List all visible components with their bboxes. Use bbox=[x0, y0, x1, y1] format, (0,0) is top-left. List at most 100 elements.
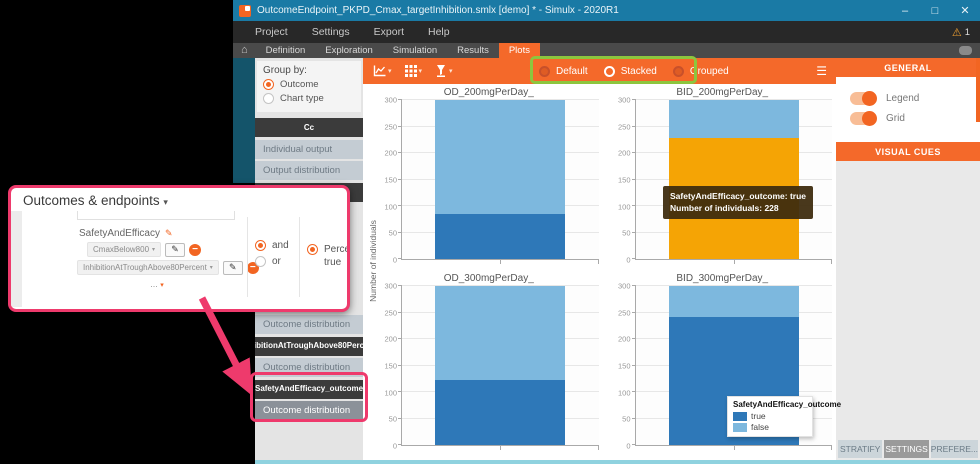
option-label: Percent true bbox=[324, 244, 350, 269]
layout-grid-icon[interactable]: ▾ bbox=[405, 65, 423, 77]
y-tick-mark bbox=[632, 232, 636, 233]
y-tick-label: 100 bbox=[618, 202, 631, 211]
overlay-title[interactable]: Outcomes & endpoints ▾ bbox=[11, 188, 347, 211]
overlay-gutter bbox=[11, 211, 22, 307]
panel-tab-stratify[interactable]: STRATIFY bbox=[838, 440, 882, 458]
logic-option-and[interactable]: and bbox=[255, 240, 289, 253]
group-by-option-outcome[interactable]: Outcome bbox=[263, 79, 355, 90]
group-by-label: Group by: bbox=[263, 65, 355, 76]
menu-settings[interactable]: Settings bbox=[300, 26, 362, 38]
criterion-value: InhibitionAtTroughAbove80Percent bbox=[83, 263, 207, 272]
edit-criterion-button[interactable]: ✎ bbox=[223, 261, 243, 275]
visual-cues-section-header[interactable]: VISUAL CUES bbox=[836, 142, 980, 161]
legend-entry-label: true bbox=[751, 411, 766, 421]
maximize-button[interactable]: □ bbox=[920, 0, 950, 21]
tab-simulation[interactable]: Simulation bbox=[383, 43, 447, 58]
warning-icon[interactable]: ⚠ bbox=[952, 26, 962, 39]
sidebar-header[interactable]: InhibitionAtTroughAbove80Percent bbox=[255, 337, 363, 356]
sidebar-item[interactable]: Outcome distribution bbox=[255, 315, 363, 334]
criterion-dropdown[interactable]: InhibitionAtTroughAbove80Percent▾ bbox=[77, 260, 219, 275]
toggle-list: LegendGrid bbox=[836, 92, 980, 125]
x-tick-mark bbox=[831, 446, 832, 450]
feedback-bubble-icon[interactable] bbox=[959, 46, 972, 55]
y-tick-label: 250 bbox=[384, 122, 397, 131]
bar-segment-false[interactable] bbox=[669, 100, 799, 138]
y-axis-ticks: 050100150200250300 bbox=[613, 286, 635, 446]
bar-segment-true[interactable] bbox=[435, 214, 565, 259]
metric-option-percent-true[interactable]: Percent true bbox=[307, 244, 350, 269]
tab-results[interactable]: Results bbox=[447, 43, 499, 58]
chart-title: BID_300mgPerDay_ bbox=[613, 270, 833, 286]
bar-segment-false[interactable] bbox=[669, 286, 799, 317]
logic-option-or[interactable]: or bbox=[255, 256, 289, 269]
y-tick-label: 150 bbox=[618, 176, 631, 185]
bar-segment-true[interactable] bbox=[435, 380, 565, 445]
group-by-options: Outcome Chart type bbox=[263, 79, 355, 104]
y-tick-label: 100 bbox=[618, 388, 631, 397]
group-by-option-chart-type[interactable]: Chart type bbox=[263, 93, 355, 104]
menu-export[interactable]: Export bbox=[362, 26, 416, 38]
x-tick-mark bbox=[598, 260, 599, 264]
plot-box bbox=[401, 286, 599, 446]
y-tick-label: 0 bbox=[393, 256, 397, 265]
y-tick-mark bbox=[398, 285, 402, 286]
panel-tab-prefere[interactable]: PREFERE... bbox=[931, 440, 978, 458]
radio-icon[interactable] bbox=[263, 79, 274, 90]
criterion-value: CmaxBelow800 bbox=[93, 245, 149, 254]
legend-entry-true: true bbox=[733, 411, 807, 421]
titlebar: OutcomeEndpoint_PKPD_Cmax_targetInhibiti… bbox=[233, 0, 980, 21]
remove-criterion-button[interactable]: − bbox=[189, 244, 201, 256]
y-tick-label: 300 bbox=[384, 96, 397, 105]
minimize-button[interactable]: – bbox=[890, 0, 920, 21]
y-tick-label: 50 bbox=[622, 229, 630, 238]
hamburger-menu-icon[interactable]: ☰ bbox=[816, 64, 826, 78]
legend-toggle[interactable] bbox=[850, 92, 876, 105]
menu-project[interactable]: Project bbox=[243, 26, 300, 38]
window-title: OutcomeEndpoint_PKPD_Cmax_targetInhibiti… bbox=[257, 5, 890, 16]
criterion-dropdown[interactable]: CmaxBelow800▾ bbox=[87, 242, 161, 257]
chart-title: BID_200mgPerDay_ bbox=[613, 84, 833, 100]
edit-pencil-icon[interactable]: ✎ bbox=[165, 228, 173, 239]
export-icon[interactable]: ▾ bbox=[435, 65, 453, 77]
radio-icon[interactable] bbox=[307, 244, 318, 255]
menu-help[interactable]: Help bbox=[416, 26, 462, 38]
y-axis-ticks: 050100150200250300 bbox=[379, 100, 401, 260]
x-tick-mark bbox=[500, 446, 501, 450]
y-tick-mark bbox=[632, 99, 636, 100]
legend-entry-false: false bbox=[733, 422, 807, 432]
tabbar-right bbox=[959, 46, 972, 55]
menu-items: ProjectSettingsExportHelp bbox=[243, 26, 462, 38]
legend-entry-label: false bbox=[751, 422, 769, 432]
tab-definition[interactable]: Definition bbox=[256, 43, 316, 58]
simulx-app-icon bbox=[239, 5, 251, 17]
caret-down-icon: ▾ bbox=[419, 67, 423, 75]
bar-segment-false[interactable] bbox=[435, 100, 565, 214]
panel-scrollbar[interactable] bbox=[976, 58, 980, 122]
grid-toggle[interactable] bbox=[850, 112, 876, 125]
home-icon[interactable]: ⌂ bbox=[241, 45, 248, 56]
chart-od_300mgperday: OD_300mgPerDay_050100150200250300 bbox=[379, 270, 599, 454]
y-tick-label: 300 bbox=[384, 282, 397, 291]
y-tick-label: 50 bbox=[389, 415, 397, 424]
sidebar-header[interactable]: Cc bbox=[255, 118, 363, 137]
sidebar-item[interactable]: Output distribution bbox=[255, 161, 363, 180]
radio-icon[interactable] bbox=[255, 256, 266, 267]
menubar: ProjectSettingsExportHelp ⚠ 1 bbox=[233, 21, 980, 43]
settings-panel: GENERAL LegendGrid VISUAL CUES STRATIFYS… bbox=[836, 58, 980, 464]
radio-icon[interactable] bbox=[263, 93, 274, 104]
add-more-criteria[interactable]: ... ▾ bbox=[77, 279, 237, 289]
chart-type-icon[interactable]: ▾ bbox=[373, 65, 392, 77]
y-tick-mark bbox=[632, 152, 636, 153]
caret-down-icon: ▾ bbox=[449, 67, 453, 75]
panel-tab-settings[interactable]: SETTINGS bbox=[884, 440, 928, 458]
bar-segment-false[interactable] bbox=[435, 286, 565, 380]
edit-criterion-button[interactable]: ✎ bbox=[165, 243, 185, 257]
window-controls: – □ ✕ bbox=[890, 0, 980, 21]
tab-exploration[interactable]: Exploration bbox=[315, 43, 383, 58]
radio-icon[interactable] bbox=[255, 240, 266, 251]
y-tick-label: 100 bbox=[384, 202, 397, 211]
sidebar-item[interactable]: Individual output bbox=[255, 140, 363, 159]
close-button[interactable]: ✕ bbox=[950, 0, 980, 21]
toggle-row-legend: Legend bbox=[836, 92, 980, 105]
general-section-header[interactable]: GENERAL bbox=[836, 58, 980, 77]
